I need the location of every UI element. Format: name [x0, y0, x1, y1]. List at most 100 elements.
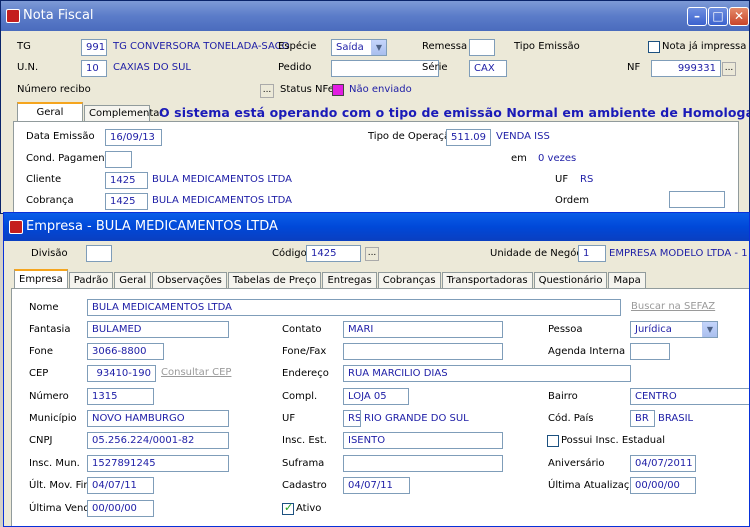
possui-insc-estadual-label: Possui Insc. Estadual [561, 435, 666, 446]
codigo-label: Código [272, 248, 307, 259]
maximize-icon[interactable]: □ [708, 7, 728, 26]
nf-tabbar: Geral Complementar [17, 102, 164, 122]
cond-pagamento-field[interactable] [105, 151, 132, 168]
homologacao-notice: O sistema está operando com o tipo de em… [159, 105, 750, 120]
serie-label: Série [422, 62, 448, 73]
empresa-titlebar[interactable]: Empresa - BULA MEDICAMENTOS LTDA [4, 213, 749, 241]
cep-field[interactable]: 93410-190 [87, 365, 156, 382]
compl-field[interactable]: LOJA 05 [343, 388, 409, 405]
minimize-icon[interactable]: – [687, 7, 707, 26]
fonefax-label: Fone/Fax [282, 346, 327, 357]
serie-field[interactable]: CAX [469, 60, 507, 77]
tg-code-field[interactable]: 991 [81, 39, 107, 56]
cod-pais-code-field[interactable]: BR [630, 410, 655, 427]
tab-entregas[interactable]: Entregas [322, 272, 377, 289]
insc-est-label: Insc. Est. [282, 435, 327, 446]
cep-label: CEP [29, 368, 49, 379]
numero-field[interactable]: 1315 [87, 388, 154, 405]
tab-transportadoras[interactable]: Transportadoras [441, 272, 533, 289]
pessoa-value: Jurídica [635, 324, 672, 335]
tab-empresa[interactable]: Empresa [14, 269, 68, 289]
tipo-operacao-field[interactable]: 511.09 [446, 129, 491, 146]
consultar-cep-link[interactable]: Consultar CEP [161, 367, 231, 378]
ult-mov-label: Últ. Mov. Fin. [29, 480, 93, 491]
nota-impressa-label: Nota já impressa [662, 41, 747, 52]
data-emissao-field[interactable]: 16/09/13 [105, 129, 162, 146]
cliente-label: Cliente [26, 174, 62, 185]
ultima-venda-field[interactable]: 00/00/00 [87, 500, 154, 517]
contato-field[interactable]: MARI [343, 321, 503, 338]
aniversario-label: Aniversário [548, 458, 605, 469]
nome-field[interactable]: BULA MEDICAMENTOS LTDA [87, 299, 621, 316]
numero-label: Número [29, 391, 69, 402]
insc-mun-field[interactable]: 1527891245 [87, 455, 229, 472]
endereco-field[interactable]: RUA MARCILIO DIAS [343, 365, 631, 382]
chevron-down-icon: ▼ [702, 322, 717, 337]
nota-impressa-checkbox[interactable] [648, 41, 660, 53]
tab-tabelas-de-preco[interactable]: Tabelas de Preço [227, 272, 322, 289]
cliente-code-field[interactable]: 1425 [105, 172, 148, 189]
possui-insc-estadual-checkbox[interactable] [547, 435, 559, 447]
cliente-name: BULA MEDICAMENTOS LTDA [152, 174, 293, 185]
tab-questionario[interactable]: Questionário [533, 272, 608, 289]
tab-complementar[interactable]: Complementar [84, 105, 164, 122]
especie-label: Espécie [278, 41, 317, 52]
ultima-atualizacao-field[interactable]: 00/00/00 [630, 477, 696, 494]
aniversario-field[interactable]: 04/07/2011 [630, 455, 696, 472]
ativo-checkbox[interactable] [282, 501, 294, 515]
un-code-field[interactable]: 10 [81, 60, 107, 77]
bairro-label: Bairro [548, 391, 578, 402]
nota-fiscal-window: Nota Fiscal – □ ✕ TG 991 TG CONVERSORA T… [0, 0, 750, 214]
pessoa-select[interactable]: Jurídica ▼ [630, 321, 718, 338]
nota-fiscal-titlebar[interactable]: Nota Fiscal [1, 1, 749, 31]
municipio-field[interactable]: NOVO HAMBURGO [87, 410, 229, 427]
window-title: Nota Fiscal [23, 8, 94, 23]
divisao-field[interactable] [86, 245, 112, 262]
em-label: em [511, 153, 527, 164]
tipo-operacao-label: Tipo de Operação [368, 131, 457, 142]
recibo-lookup-button[interactable]: ... [260, 84, 274, 98]
cadastro-field[interactable]: 04/07/11 [343, 477, 410, 494]
tg-name: TG CONVERSORA TONELADA-SACO [113, 41, 290, 52]
tg-label: TG [17, 41, 31, 52]
codigo-lookup-button[interactable]: ... [365, 247, 379, 261]
uf-code-field[interactable]: RS [343, 410, 361, 427]
unidade-name: EMPRESA MODELO LTDA - 1 [609, 248, 748, 259]
buscar-sefaz-link[interactable]: Buscar na SEFAZ [631, 301, 715, 312]
agenda-field[interactable] [630, 343, 670, 360]
tab-padrao[interactable]: Padrão [68, 272, 114, 289]
nf-field[interactable]: 999331 [651, 60, 721, 77]
unidade-label: Unidade de Negócio [490, 248, 591, 259]
especie-select[interactable]: Saída ▼ [331, 39, 387, 56]
unidade-code-field[interactable]: 1 [578, 245, 606, 262]
uf-label: UF [282, 413, 296, 424]
codigo-field[interactable]: 1425 [306, 245, 361, 262]
pessoa-label: Pessoa [548, 324, 583, 335]
tipo-emissao-label: Tipo Emissão [514, 41, 580, 52]
tab-mapa[interactable]: Mapa [608, 272, 646, 289]
ult-mov-field[interactable]: 04/07/11 [87, 477, 154, 494]
cobranca-code-field[interactable]: 1425 [105, 193, 148, 210]
fantasia-field[interactable]: BULAMED [87, 321, 229, 338]
ultima-atualizacao-label: Última Atualização [548, 480, 642, 491]
cnpj-field[interactable]: 05.256.224/0001-82 [87, 432, 229, 449]
un-name: CAXIAS DO SUL [113, 62, 191, 73]
ativo-label: Ativo [296, 503, 322, 514]
contato-label: Contato [282, 324, 322, 335]
insc-est-field[interactable]: ISENTO [343, 432, 503, 449]
nf-geral-panel: Data Emissão 16/09/13 Tipo de Operação 5… [13, 121, 739, 213]
ordem-label: Ordem [555, 195, 590, 206]
tab-geral[interactable]: Geral [17, 102, 83, 122]
app-icon [6, 9, 20, 23]
fone-field[interactable]: 3066-8800 [87, 343, 164, 360]
nf-lookup-button[interactable]: ... [722, 62, 736, 76]
close-icon[interactable]: ✕ [729, 7, 749, 26]
remessa-field[interactable] [469, 39, 495, 56]
tab-geral[interactable]: Geral [114, 272, 152, 289]
tab-cobrancas[interactable]: Cobranças [377, 272, 441, 289]
tab-observacoes[interactable]: Observações [152, 272, 227, 289]
ordem-field[interactable] [669, 191, 725, 208]
fonefax-field[interactable] [343, 343, 503, 360]
suframa-field[interactable] [343, 455, 503, 472]
bairro-field[interactable]: CENTRO [630, 388, 749, 405]
